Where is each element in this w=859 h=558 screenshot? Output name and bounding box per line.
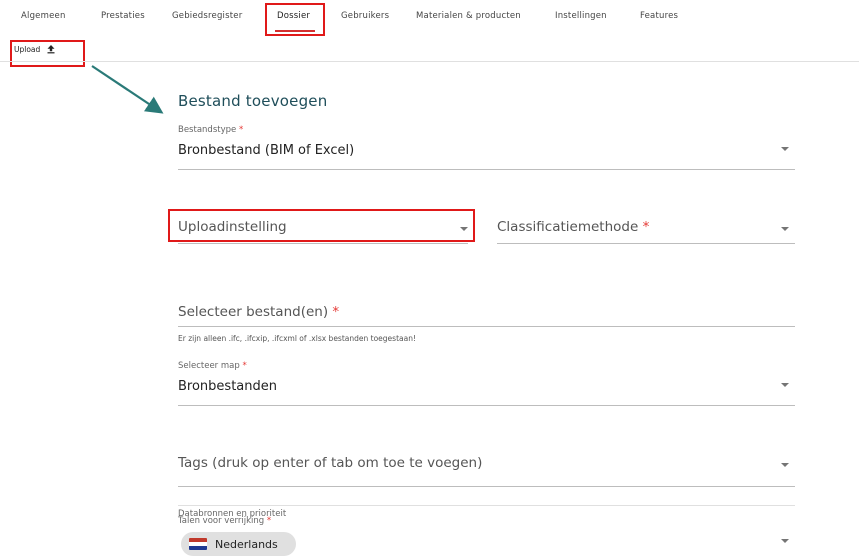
required-mark: * [238, 125, 244, 135]
upload-button[interactable]: Upload [14, 44, 56, 54]
tab-gebiedsregister[interactable]: Gebiedsregister [172, 11, 242, 21]
bestandstype-label: Bestandstype [178, 125, 237, 135]
tab-features[interactable]: Features [640, 11, 678, 21]
toolbar-divider [0, 61, 859, 62]
map-select[interactable]: Selecteer map * Bronbestanden [178, 361, 795, 407]
tab-instellingen[interactable]: Instellingen [555, 11, 607, 21]
map-label-row: Selecteer map * [178, 361, 795, 371]
language-chip-nederlands[interactable]: Nederlands [181, 532, 296, 556]
bestandstype-value: Bronbestand (BIM of Excel) [178, 143, 355, 158]
classificatiemethode-select[interactable]: Classificatiemethode * [497, 219, 795, 245]
uploadinstelling-placeholder: Uploadinstelling [178, 219, 287, 235]
form-title: Bestand toevoegen [178, 92, 328, 110]
file-select-row: Selecteer bestand(en) * [178, 304, 795, 320]
bestandstype-underline [178, 169, 795, 170]
classificatiemethode-underline [497, 243, 795, 244]
tab-prestaties[interactable]: Prestaties [101, 11, 145, 21]
required-mark: * [266, 516, 272, 526]
chevron-down-icon [460, 227, 468, 231]
classificatiemethode-row: Classificatiemethode * [497, 219, 795, 235]
upload-icon [47, 45, 55, 54]
file-type-hint: Er zijn alleen .ifc, .ifcxip, .ifcxml of… [178, 334, 416, 343]
required-mark: * [642, 219, 650, 235]
map-value: Bronbestanden [178, 379, 277, 394]
map-underline [178, 405, 795, 406]
chevron-down-icon [781, 463, 789, 467]
top-navigation: Algemeen Prestaties Gebiedsregister Doss… [0, 0, 859, 38]
tab-materialen-producten[interactable]: Materialen & producten [416, 11, 521, 21]
tab-algemeen[interactable]: Algemeen [21, 11, 66, 21]
tags-placeholder: Tags (druk op enter of tab om toe te voe… [178, 455, 483, 471]
bestandstype-label-row: Bestandstype * [178, 125, 795, 135]
tags-input[interactable]: Tags (druk op enter of tab om toe te voe… [178, 455, 795, 489]
file-select-input[interactable]: Selecteer bestand(en) * [178, 304, 795, 328]
chevron-down-icon [781, 383, 789, 387]
bestandstype-select[interactable]: Bestandstype * Bronbestand (BIM of Excel… [178, 125, 795, 171]
uploadinstelling-select[interactable]: Uploadinstelling [178, 219, 468, 245]
language-chip-label: Nederlands [215, 537, 278, 551]
talen-label: Talen voor verrijking [178, 516, 265, 526]
netherlands-flag-icon [189, 538, 207, 550]
section-divider [178, 505, 795, 506]
upload-label: Upload [14, 44, 41, 54]
uploadinstelling-underline [178, 243, 468, 244]
chevron-down-icon [781, 227, 789, 231]
active-tab-indicator [275, 30, 315, 32]
required-mark: * [242, 361, 247, 371]
tab-gebruikers[interactable]: Gebruikers [341, 11, 389, 21]
classificatiemethode-placeholder: Classificatiemethode [497, 219, 639, 235]
talen-label-row: Talen voor verrijking * [178, 516, 271, 526]
chevron-down-icon [781, 147, 789, 151]
file-select-underline [178, 326, 795, 327]
tab-dossier[interactable]: Dossier [277, 11, 310, 21]
chevron-down-icon[interactable] [781, 539, 789, 543]
required-mark: * [332, 304, 340, 320]
map-label: Selecteer map [178, 361, 240, 371]
tags-underline [178, 486, 795, 487]
file-select-placeholder: Selecteer bestand(en) [178, 304, 329, 320]
